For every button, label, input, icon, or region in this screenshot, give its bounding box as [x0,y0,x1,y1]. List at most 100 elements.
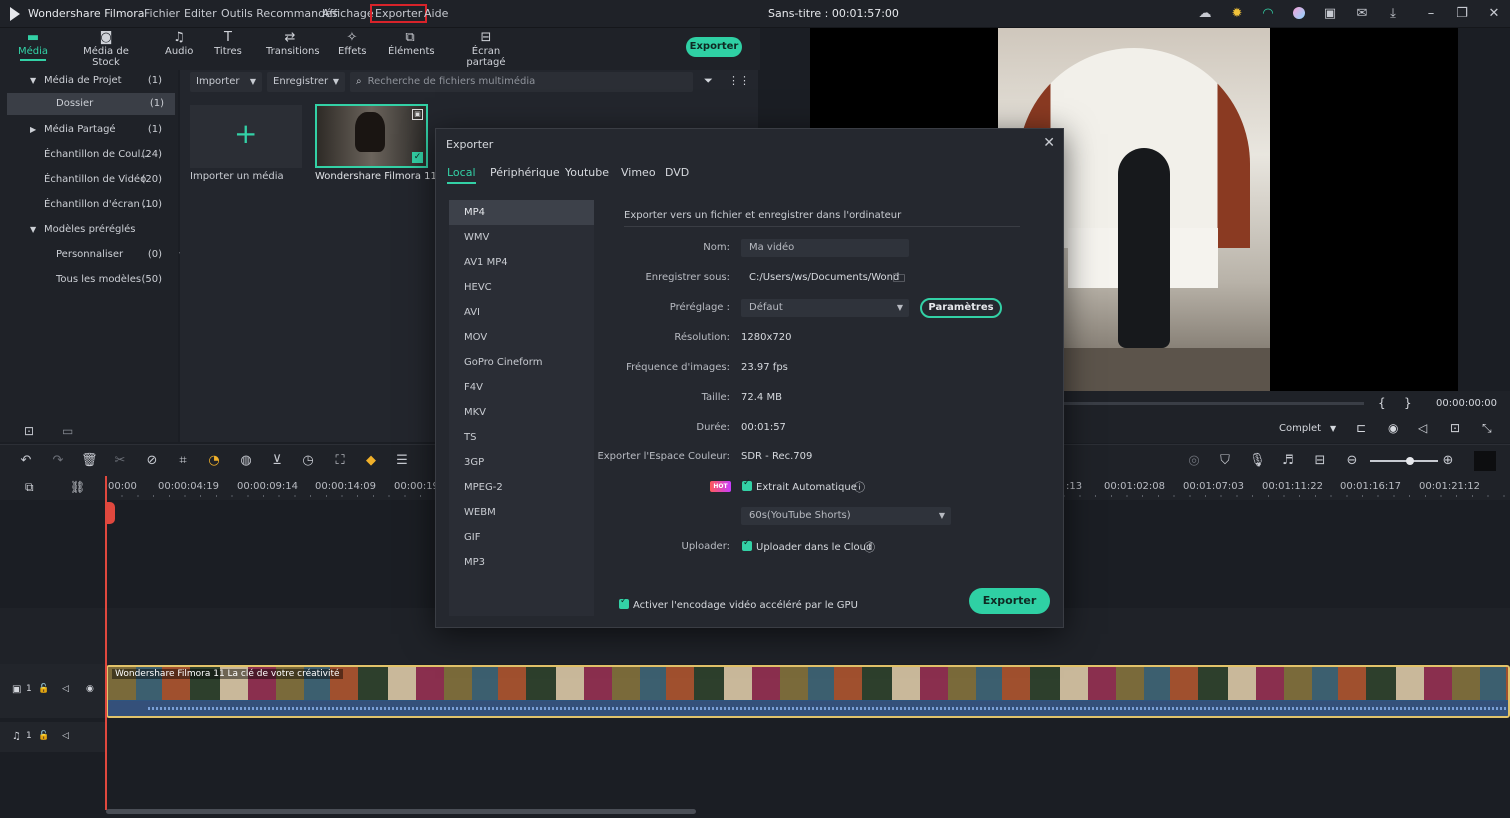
layout-icon[interactable]: ⊡ [1450,421,1460,435]
stabilize-icon[interactable]: ⊻ [269,453,285,469]
grid-view-icon[interactable]: ⋮⋮ [728,74,750,87]
tree-screen-samples[interactable]: Échantillon d'écran ... (10) [0,194,176,216]
import-media-tile[interactable]: + [190,105,302,168]
tree-custom[interactable]: Personnaliser (0) [0,244,176,266]
media-clip-thumbnail[interactable]: ✓ ▣ [315,104,428,168]
menu-fichier[interactable]: Fichier [144,7,180,20]
add-track-icon[interactable]: ⧉ [25,480,34,495]
format-3gp[interactable]: 3GP [449,450,594,475]
save-dropdown[interactable]: Enregistrer ▼ [267,72,345,92]
playhead[interactable] [105,476,107,810]
keyframe-icon[interactable]: ◆ [363,453,379,469]
zoom-slider[interactable] [1370,457,1438,465]
color-icon[interactable]: ◍ [238,453,254,469]
tab-split-screen[interactable]: ⊟ Écran partagé [455,30,517,68]
save-path-value[interactable]: C:/Users/ws/Documents/Wond [749,272,899,283]
preset-select[interactable]: Défaut ▼ [741,299,909,317]
folder-open-icon[interactable]: 🗀 [893,269,905,290]
tab-stock-media[interactable]: ◙ Média de Stock [72,30,140,68]
format-avi[interactable]: AVI [449,300,594,325]
save-icon[interactable]: ▣ [1321,5,1339,23]
chevron-down-icon[interactable]: ▼ [1330,424,1336,433]
tree-folder[interactable]: Dossier (1) [7,93,175,115]
avatar-icon[interactable] [1290,5,1308,23]
format-mpeg2[interactable]: MPEG-2 [449,475,594,500]
tab-titles[interactable]: T Titres [214,30,242,57]
format-mov[interactable]: MOV [449,325,594,350]
quality-dropdown[interactable]: Complet [1279,423,1321,434]
tab-effects[interactable]: ✧ Effets [338,30,367,57]
menu-editer[interactable]: Editer [184,7,217,20]
lock-icon[interactable]: 🔓 [38,731,49,741]
format-mkv[interactable]: MKV [449,400,594,425]
timeline-scrollbar[interactable] [106,809,696,814]
tab-local[interactable]: Local [447,166,476,184]
minimize-icon[interactable]: – [1422,5,1440,23]
tab-dvd[interactable]: DVD [665,166,689,179]
panel-toggle-icon[interactable] [1474,451,1496,471]
download-icon[interactable]: ⤓ [1384,5,1402,23]
format-mp4[interactable]: MP4 [449,200,594,225]
mute-icon[interactable]: ◁ [62,731,69,741]
fit-icon[interactable]: ⛶ [332,453,348,469]
toolbar-export-button[interactable]: Exporter [686,37,742,57]
lock-icon[interactable]: 🔓 [38,684,49,694]
format-gif[interactable]: GIF [449,525,594,550]
tree-project-media[interactable]: ▼ Média de Projet (1) [0,70,176,92]
zoom-out-icon[interactable]: ⊖ [1344,453,1360,469]
format-webm[interactable]: WEBM [449,500,594,525]
export-button[interactable]: Exporter [969,588,1050,614]
media-search-input[interactable]: ⌕ Recherche de fichiers multimédia [350,72,693,92]
format-gopro-cineform[interactable]: GoPro Cineform [449,350,594,375]
video-clip[interactable]: Wondershare Filmora 11 La clé de votre c… [106,665,1510,718]
playhead-handle[interactable] [105,502,115,524]
display-icon[interactable]: ⊏ [1356,421,1366,435]
import-dropdown[interactable]: Importer ▼ [190,72,262,92]
cloud-upload-checkbox[interactable]: Uploader dans le Cloud [742,538,872,553]
folder-icon[interactable]: ▭ [62,424,73,438]
help-icon[interactable]: ⓘ [864,539,875,555]
tab-youtube[interactable]: Youtube [565,166,609,179]
help-icon[interactable]: ⓘ [854,479,865,495]
speed-icon[interactable]: ◔ [206,453,222,469]
mute-icon[interactable]: ◁ [62,684,69,694]
menu-exporter[interactable]: Exporter [370,4,428,23]
mic-icon[interactable]: 🎙 [1249,453,1266,469]
shorts-select[interactable]: 60s(YouTube Shorts) ▼ [741,507,951,525]
cut-icon[interactable]: ✂ [112,453,128,469]
new-folder-icon[interactable]: ⊡ [24,424,34,438]
format-f4v[interactable]: F4V [449,375,594,400]
delete-icon[interactable]: 🗑 [81,453,98,469]
adjust-icon[interactable]: ☰ [394,453,410,469]
volume-icon[interactable]: ◁ [1418,421,1427,435]
tab-audio[interactable]: ♫ Audio [165,30,193,57]
restore-icon[interactable]: ❐ [1453,5,1471,23]
crop-icon[interactable]: ⌗ [175,453,191,469]
tab-peripheral[interactable]: Périphérique [490,166,560,179]
menu-aide[interactable]: Aide [424,7,448,20]
mail-icon[interactable]: ✉ [1353,5,1371,23]
fullscreen-icon[interactable]: ⤡ [1482,421,1492,436]
close-icon[interactable]: ✕ [1043,135,1055,151]
idea-icon[interactable]: ✹ [1228,5,1246,23]
undo-icon[interactable]: ↶ [18,453,34,469]
format-mp3[interactable]: MP3 [449,550,594,575]
zoom-slider-handle[interactable] [1406,457,1414,465]
link-icon[interactable]: ⛓ [70,480,85,494]
auto-extract-checkbox[interactable]: Extrait Automatique [742,478,857,493]
mixer-icon[interactable]: ♬ [1280,453,1296,469]
mark-out-button[interactable]: } [1404,396,1412,410]
playback-scrubber[interactable] [1064,402,1364,405]
tab-media[interactable]: ▬ Média [18,30,48,61]
filter-icon[interactable]: ⏷ [704,74,713,88]
marker-icon[interactable]: ⛉ [1217,453,1233,469]
snapshot-icon[interactable]: ◉ [1388,421,1398,435]
tree-all-templates[interactable]: Tous les modèles (50) [0,269,176,291]
disable-icon[interactable]: ⊘ [144,453,160,469]
menu-outils[interactable]: Outils Recommandés [221,7,338,20]
support-icon[interactable]: ◠ [1259,5,1277,23]
mark-in-button[interactable]: { [1378,396,1386,410]
menu-affichage[interactable]: Affichage [322,7,374,20]
tree-video-samples[interactable]: Échantillon de Vidéo (20) [0,169,176,191]
render-icon[interactable]: ◎ [1186,453,1202,469]
